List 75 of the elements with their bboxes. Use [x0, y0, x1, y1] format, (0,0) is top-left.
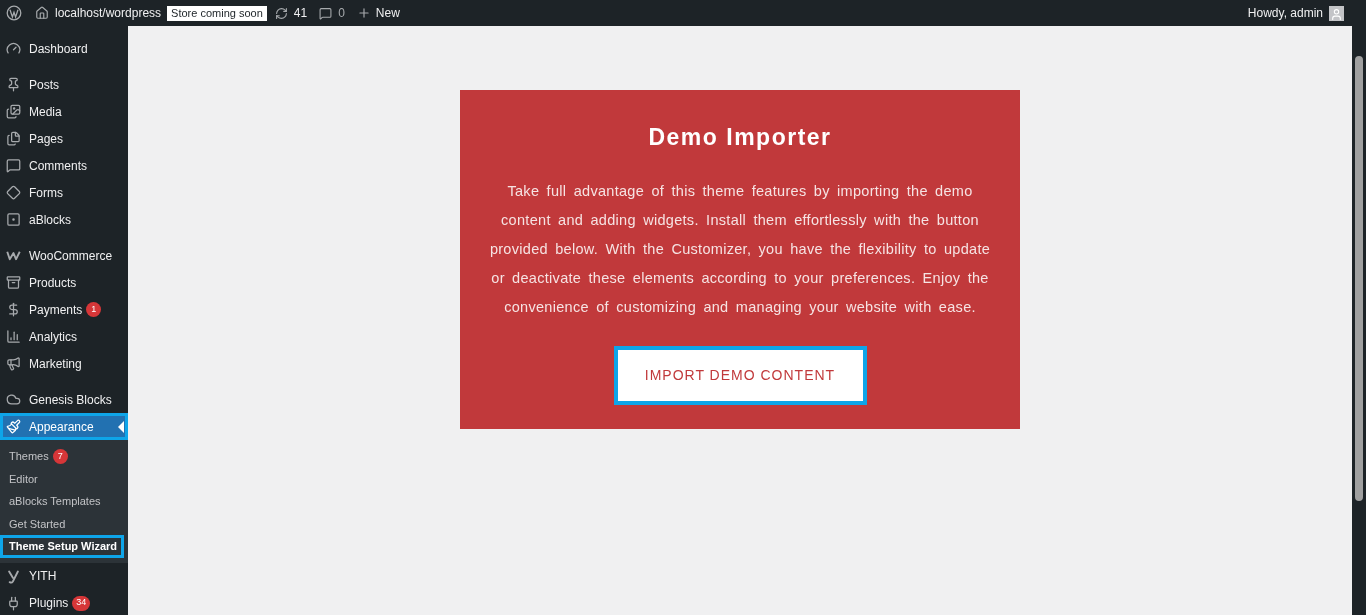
- menu-item[interactable]: Media: [0, 98, 128, 125]
- images-icon: [6, 104, 21, 119]
- menu-item[interactable]: Comments: [0, 152, 128, 179]
- menu-item[interactable]: YITH: [0, 562, 128, 590]
- submenu-item[interactable]: aBlocks Templates: [0, 490, 128, 513]
- store-status-badge[interactable]: Store coming soon: [167, 5, 267, 21]
- menu-item[interactable]: Pages: [0, 125, 128, 152]
- submenu-label: Themes: [9, 449, 49, 464]
- comments-icon[interactable]: [319, 6, 333, 20]
- y-logo-icon: [6, 568, 21, 584]
- menu-label: Payments: [29, 301, 83, 319]
- menu-item[interactable]: Products: [0, 269, 128, 296]
- menu-label: Genesis Blocks: [29, 391, 112, 409]
- wordpress-logo-icon[interactable]: [6, 5, 22, 21]
- dollar-icon: [6, 302, 21, 317]
- paintbrush-icon: [6, 419, 21, 434]
- menu-label: Dashboard: [29, 40, 88, 58]
- menu-item[interactable]: Appearance: [0, 413, 128, 440]
- menu-label: WooCommerce: [29, 247, 113, 265]
- submenu-label: aBlocks Templates: [9, 494, 101, 509]
- submenu-item[interactable]: Editor: [0, 467, 128, 490]
- menu-label: Pages: [29, 130, 64, 148]
- speech-bubble-icon: [6, 158, 21, 173]
- menu-label: Appearance: [29, 418, 94, 436]
- submenu-item[interactable]: Get Started: [0, 512, 128, 535]
- card-title: Demo Importer: [648, 123, 832, 152]
- card-description: Take full advantage of this theme features by importing the demo content and adding widgets. Install them effortlessly with the button provided below. With the Customizer, you have the flexibility to update or deactivate these elements according to your preferences. Enjoy the convenience of customizing and managing your website with ease.: [488, 181, 992, 317]
- updates-icon[interactable]: [274, 6, 288, 20]
- new-link[interactable]: New: [375, 4, 400, 22]
- plug-icon: [6, 595, 21, 611]
- menu-label: Analytics: [29, 328, 78, 346]
- count-badge: 1: [86, 302, 102, 317]
- comments-count[interactable]: 0: [338, 4, 345, 22]
- menu-item[interactable]: Dashboard: [0, 35, 128, 62]
- menu-item[interactable]: aBlocks: [0, 206, 128, 233]
- archive-box-icon: [6, 275, 21, 290]
- pin-icon: [6, 77, 21, 92]
- diamond-icon: [6, 185, 21, 200]
- menu-label: Products: [29, 274, 77, 292]
- current-pointer-icon: [118, 420, 124, 433]
- greeting-link[interactable]: Howdy, admin: [1247, 4, 1323, 22]
- menu-label: Media: [29, 103, 62, 121]
- import-demo-button[interactable]: IMPORT DEMO CONTENT: [613, 345, 867, 405]
- submenu-item[interactable]: Themes 7: [0, 445, 128, 468]
- plus-icon[interactable]: [356, 6, 371, 20]
- submenu-label: Theme Setup Wizard: [9, 539, 118, 554]
- menu-item[interactable]: Genesis Blocks: [0, 386, 128, 413]
- gauge-icon: [6, 41, 21, 56]
- menu-item[interactable]: Plugins 34: [0, 589, 128, 615]
- menu-label: Forms: [29, 184, 63, 202]
- count-badge: 34: [72, 595, 91, 611]
- menu-label: Plugins: [29, 595, 69, 612]
- menu-label: Posts: [29, 76, 59, 94]
- megaphone-icon: [6, 356, 21, 371]
- updates-count[interactable]: 41: [293, 4, 308, 22]
- menu-label: Marketing: [29, 355, 82, 373]
- submenu-item[interactable]: Theme Setup Wizard: [0, 535, 124, 558]
- submenu-label: Editor: [9, 471, 38, 487]
- site-link[interactable]: localhost/wordpress: [55, 4, 162, 22]
- menu-item[interactable]: Marketing: [0, 350, 128, 377]
- submenu-label: Get Started: [9, 516, 66, 532]
- bar-chart-icon: [6, 329, 21, 344]
- home-icon[interactable]: [35, 6, 49, 20]
- menu-label: Comments: [29, 157, 87, 175]
- pages-icon: [6, 131, 21, 146]
- menu-label: aBlocks: [29, 211, 72, 229]
- menu-item[interactable]: Posts: [0, 71, 128, 98]
- menu-label: YITH: [29, 568, 57, 585]
- cloud-icon: [6, 392, 21, 407]
- avatar-icon[interactable]: [1329, 5, 1344, 21]
- menu-item[interactable]: WooCommerce: [0, 242, 128, 269]
- menu-item[interactable]: Analytics: [0, 323, 128, 350]
- count-badge: 7: [52, 448, 68, 464]
- menu-item[interactable]: Payments 1: [0, 296, 128, 323]
- menu-item[interactable]: Forms: [0, 179, 128, 206]
